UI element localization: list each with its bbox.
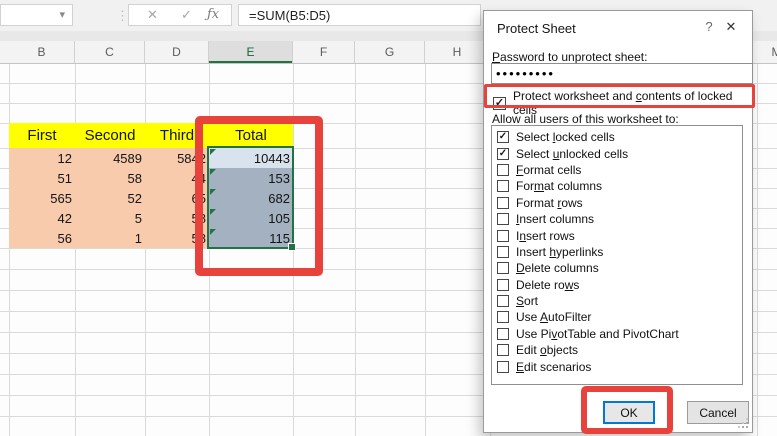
option-label: Insert hyperlinks — [516, 245, 603, 259]
checkbox[interactable]: ✓ — [497, 148, 509, 160]
allow-option-edit-scenarios[interactable]: Edit scenarios — [492, 358, 742, 374]
option-label: Format columns — [516, 179, 602, 193]
option-label: Delete rows — [516, 278, 579, 292]
cell-E4[interactable]: Total — [209, 123, 293, 148]
cell-value: 51 — [58, 171, 72, 186]
allow-option-delete-rows[interactable]: Delete rows — [492, 277, 742, 293]
cell-C9[interactable]: 1 — [75, 228, 145, 248]
cell-value: 1 — [135, 231, 142, 246]
close-icon[interactable]: ✕ — [723, 19, 739, 35]
cell-value: 65 — [192, 191, 206, 206]
cell-value: First — [27, 127, 56, 144]
allow-option-use-pivottable-and-pivotchart[interactable]: Use PivotTable and PivotChart — [492, 326, 742, 342]
allow-option-use-autofilter[interactable]: Use AutoFilter — [492, 309, 742, 325]
checkbox[interactable] — [497, 164, 509, 176]
checkbox[interactable] — [497, 262, 509, 274]
checkbox[interactable] — [497, 180, 509, 192]
allow-option-format-rows[interactable]: Format rows — [492, 195, 742, 211]
checkbox[interactable] — [497, 311, 509, 323]
allow-option-insert-rows[interactable]: Insert rows — [492, 227, 742, 243]
ok-button[interactable]: OK — [603, 401, 655, 424]
cell-value: 565 — [50, 191, 72, 206]
checkbox[interactable] — [497, 344, 509, 356]
cell-B4[interactable]: First — [9, 123, 75, 148]
checkbox[interactable] — [497, 230, 509, 242]
allow-option-format-cells[interactable]: Format cells — [492, 162, 742, 178]
dialog-title: Protect Sheet — [497, 21, 576, 36]
cell-B7[interactable]: 565 — [9, 188, 75, 208]
cell-B9[interactable]: 56 — [9, 228, 75, 248]
allow-option-delete-columns[interactable]: Delete columns — [492, 260, 742, 276]
password-input[interactable] — [491, 63, 753, 84]
cell-value: Total — [235, 127, 267, 144]
allow-options-list: ✓ Select locked cells ✓ Select unlocked cel… — [491, 125, 743, 385]
cell-value: 58 — [128, 171, 142, 186]
checkbox[interactable] — [497, 246, 509, 258]
protect-sheet-dialog: Protect Sheet ? ✕ Password to unprotect … — [483, 10, 753, 433]
cell-C7[interactable]: 52 — [75, 188, 145, 208]
cell-C4[interactable]: Second — [75, 123, 145, 148]
allow-option-insert-hyperlinks[interactable]: Insert hyperlinks — [492, 244, 742, 260]
cell-value: 44 — [192, 171, 206, 186]
cell-B5[interactable]: 12 — [9, 148, 75, 168]
cell-C6[interactable]: 58 — [75, 168, 145, 188]
option-label: Select locked cells — [516, 130, 615, 144]
cell-D5[interactable]: 5842 — [145, 148, 209, 168]
resize-grip[interactable] — [738, 418, 748, 428]
cell-value: 4589 — [113, 151, 142, 166]
allow-option-select-locked-cells[interactable]: ✓ Select locked cells — [492, 129, 742, 145]
allow-option-select-unlocked-cells[interactable]: ✓ Select unlocked cells — [492, 145, 742, 161]
cell-D6[interactable]: 44 — [145, 168, 209, 188]
checkbox[interactable] — [497, 361, 509, 373]
allow-users-label: Allow all users of this worksheet to: — [492, 112, 679, 126]
cell-value: 5 — [135, 211, 142, 226]
cell-value: 5842 — [177, 151, 206, 166]
option-label: Sort — [516, 294, 538, 308]
cell-B6[interactable]: 51 — [9, 168, 75, 188]
allow-option-format-columns[interactable]: Format columns — [492, 178, 742, 194]
cell-C8[interactable]: 5 — [75, 208, 145, 228]
cell-value: 52 — [128, 191, 142, 206]
cell-value: Second — [85, 127, 136, 144]
checkbox[interactable] — [497, 279, 509, 291]
excel-window: ▾ ⋮ ✕ ✓ ƒx =SUM(B5:D5) BCDEFGHM FirstSec… — [0, 0, 777, 436]
selection-border — [207, 146, 294, 249]
option-label: Select unlocked cells — [516, 147, 628, 161]
checkbox[interactable] — [497, 197, 509, 209]
cell-D9[interactable]: 58 — [145, 228, 209, 248]
option-label: Edit scenarios — [516, 360, 591, 374]
cell-value: 12 — [58, 151, 72, 166]
option-label: Insert rows — [516, 229, 575, 243]
cell-value: 42 — [58, 211, 72, 226]
option-label: Format cells — [516, 163, 581, 177]
cell-C5[interactable]: 4589 — [75, 148, 145, 168]
checkbox[interactable]: ✓ — [497, 131, 509, 143]
option-label: Delete columns — [516, 261, 599, 275]
cell-value: Third — [160, 127, 194, 144]
allow-option-edit-objects[interactable]: Edit objects — [492, 342, 742, 358]
allow-option-sort[interactable]: Sort — [492, 293, 742, 309]
cell-value: 58 — [192, 231, 206, 246]
cell-value: 58 — [192, 211, 206, 226]
allow-option-insert-columns[interactable]: Insert columns — [492, 211, 742, 227]
checkbox[interactable] — [497, 328, 509, 340]
checkbox[interactable]: ✓ — [493, 97, 506, 110]
option-label: Format rows — [516, 196, 583, 210]
password-label: Password to unprotect sheet: — [492, 50, 647, 64]
cell-D7[interactable]: 65 — [145, 188, 209, 208]
cell-D8[interactable]: 58 — [145, 208, 209, 228]
option-label: Use PivotTable and PivotChart — [516, 327, 679, 341]
help-icon[interactable]: ? — [701, 19, 717, 35]
option-label: Edit objects — [516, 343, 578, 357]
option-label: Insert columns — [516, 212, 594, 226]
cell-B8[interactable]: 42 — [9, 208, 75, 228]
cell-D4[interactable]: Third — [145, 123, 209, 148]
option-label: Use AutoFilter — [516, 310, 591, 324]
fill-handle[interactable] — [288, 243, 296, 251]
cell-value: 56 — [58, 231, 72, 246]
checkbox[interactable] — [497, 213, 509, 225]
checkbox[interactable] — [497, 295, 509, 307]
